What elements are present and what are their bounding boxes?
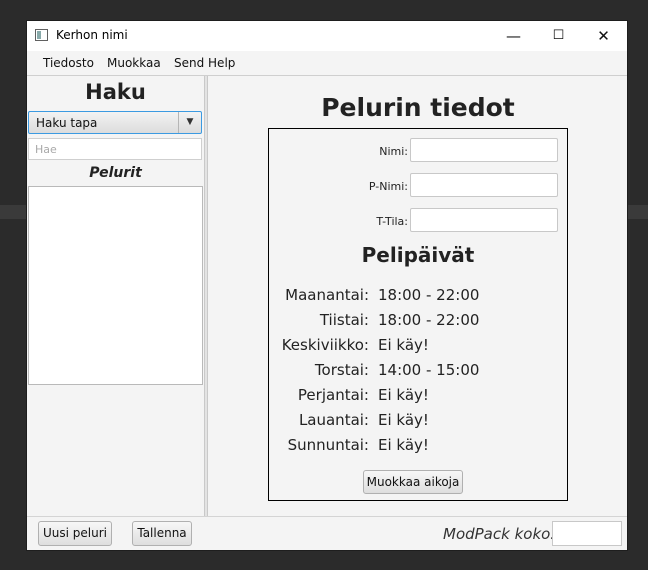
search-pane: Haku Haku tapa ▼ Pelurit xyxy=(27,76,204,517)
day-time-wednesday: Ei käy! xyxy=(378,336,429,354)
app-window: Kerhon nimi — ☐ ✕ Tiedosto Muokkaa Send … xyxy=(27,21,627,550)
day-label-thursday: Torstai: xyxy=(314,361,369,379)
modpack-size-field[interactable] xyxy=(552,521,622,546)
day-label-sunday: Sunnuntai: xyxy=(287,436,369,454)
t-tila-label: T-Tila: xyxy=(376,215,408,228)
t-tila-field[interactable] xyxy=(410,208,558,232)
day-time-sunday: Ei käy! xyxy=(378,436,429,454)
title-bar: Kerhon nimi — ☐ ✕ xyxy=(27,21,627,51)
minimize-button[interactable]: — xyxy=(491,21,536,51)
search-input[interactable] xyxy=(28,138,202,160)
day-time-tuesday: 18:00 - 22:00 xyxy=(378,311,480,329)
close-button[interactable]: ✕ xyxy=(581,21,626,51)
player-details-pane: Pelurin tiedot Nimi: P-Nimi: T-Tila: Pel… xyxy=(209,76,627,517)
chevron-down-icon[interactable]: ▼ xyxy=(178,112,201,133)
day-label-monday: Maanantai: xyxy=(285,286,369,304)
menu-muokkaa[interactable]: Muokkaa xyxy=(107,56,161,70)
player-details-title: Pelurin tiedot xyxy=(321,93,515,122)
day-label-wednesday: Keskiviikko: xyxy=(281,336,369,354)
name-field[interactable] xyxy=(410,138,558,162)
search-title: Haku xyxy=(85,80,146,104)
day-time-saturday: Ei käy! xyxy=(378,411,429,429)
player-details-card: Nimi: P-Nimi: T-Tila: Pelipäivät Maanant… xyxy=(268,128,568,501)
search-method-dropdown[interactable]: Haku tapa ▼ xyxy=(28,111,202,134)
maximize-button[interactable]: ☐ xyxy=(536,21,581,51)
day-label-friday: Perjantai: xyxy=(297,386,369,404)
app-window-icon xyxy=(35,29,48,41)
name-label: Nimi: xyxy=(379,145,408,158)
day-time-thursday: 14:00 - 15:00 xyxy=(378,361,480,379)
nickname-label: P-Nimi: xyxy=(368,180,408,193)
window-title: Kerhon nimi xyxy=(56,28,128,42)
menu-tiedosto[interactable]: Tiedosto xyxy=(43,56,94,70)
menu-send-help[interactable]: Send Help xyxy=(174,56,235,70)
save-button[interactable]: Tallenna xyxy=(132,521,192,546)
day-label-tuesday: Tiistai: xyxy=(319,311,369,329)
play-days-title: Pelipäivät xyxy=(361,243,475,267)
day-time-monday: 18:00 - 22:00 xyxy=(378,286,480,304)
menu-bar: Tiedosto Muokkaa Send Help xyxy=(27,51,627,75)
search-method-value: Haku tapa xyxy=(36,116,98,130)
players-list[interactable] xyxy=(28,186,203,385)
day-label-saturday: Lauantai: xyxy=(298,411,369,429)
modpack-size-label: ModPack koko: xyxy=(443,525,556,543)
players-list-title: Pelurit xyxy=(89,165,142,181)
day-time-friday: Ei käy! xyxy=(378,386,429,404)
bottom-bar: Uusi peluri Tallenna ModPack koko: xyxy=(27,517,627,550)
edit-times-button[interactable]: Muokkaa aikoja xyxy=(363,470,463,494)
split-pane-divider[interactable] xyxy=(204,76,208,517)
new-player-button[interactable]: Uusi peluri xyxy=(38,521,112,546)
nickname-field[interactable] xyxy=(410,173,558,197)
